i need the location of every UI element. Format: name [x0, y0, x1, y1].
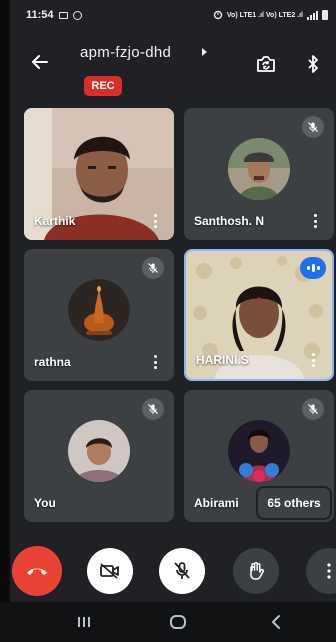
participant-options-button[interactable] [148, 353, 162, 371]
status-bar: 11:54 Vo) LTE1 .ıl Vo) LTE2 .ıl [10, 0, 336, 30]
mic-muted-indicator [142, 398, 164, 420]
signal-text: Vo) LTE1 .ıl Vo) LTE2 .ıl [226, 11, 303, 19]
mic-muted-indicator [142, 257, 164, 279]
home-button[interactable] [166, 612, 190, 632]
raise-hand-button[interactable] [233, 548, 279, 594]
participant-options-button[interactable] [306, 351, 320, 369]
gallery-notification-icon [58, 11, 68, 19]
participant-tile-harini[interactable]: HARINI.S [184, 249, 334, 381]
whatsapp-notification-icon [72, 10, 82, 20]
participant-name: Abirami [194, 496, 239, 510]
home-icon [170, 615, 186, 629]
bluetooth-icon [308, 55, 318, 73]
arrow-left-icon [32, 55, 48, 69]
mic-off-icon [174, 562, 190, 579]
signal-bars-icon [307, 10, 318, 20]
mic-off-icon [308, 122, 318, 132]
meeting-details-arrow-icon[interactable] [202, 48, 207, 56]
participant-avatar [228, 138, 290, 200]
participant-options-button[interactable] [308, 212, 322, 230]
alarm-icon [213, 10, 223, 20]
mic-muted-indicator [302, 116, 324, 138]
mic-muted-indicator [302, 398, 324, 420]
battery-icon [322, 10, 328, 20]
status-time: 11:54 [26, 9, 54, 21]
participant-tile-you[interactable]: You [24, 390, 174, 522]
participant-name: Santhosh. N [194, 214, 265, 228]
recording-badge: REC [84, 76, 122, 96]
participant-tile-santhosh[interactable]: Santhosh. N [184, 108, 334, 240]
meeting-code[interactable]: apm-fzjo-dhd [80, 44, 171, 61]
meet-call-screen: 11:54 Vo) LTE1 .ıl Vo) LTE2 .ıl apm-fzjo… [0, 0, 336, 642]
recent-apps-button[interactable] [72, 612, 96, 632]
mic-off-icon [308, 404, 318, 414]
participant-tile-rathna[interactable]: rathna [24, 249, 174, 381]
nav-back-button[interactable] [264, 612, 288, 632]
hand-icon [250, 562, 264, 580]
participant-name: You [34, 496, 56, 510]
more-options-button[interactable] [306, 548, 336, 594]
speaking-indicator [300, 257, 326, 279]
participant-avatar [68, 279, 130, 341]
audio-output-button[interactable] [301, 52, 325, 76]
chevron-left-icon [272, 615, 280, 629]
switch-camera-icon [257, 56, 275, 72]
call-controls [0, 540, 336, 602]
participant-avatar [68, 420, 130, 482]
participant-tile-karthik[interactable]: Karthik [24, 108, 174, 240]
participant-avatar [228, 420, 290, 482]
toggle-mic-button[interactable] [159, 548, 205, 594]
toggle-camera-button[interactable] [87, 548, 133, 594]
more-vertical-icon [327, 563, 331, 579]
participant-tile-abirami[interactable]: Abirami 65 others [184, 390, 334, 522]
recents-icon [78, 617, 90, 627]
others-count-chip[interactable]: 65 others [258, 488, 330, 518]
participant-name: HARINI.S [196, 353, 249, 367]
phone-hangup-icon [27, 568, 47, 575]
participant-options-button[interactable] [148, 212, 162, 230]
end-call-button[interactable] [12, 546, 62, 596]
system-nav-bar [0, 602, 336, 642]
camera-off-icon [100, 563, 119, 579]
mic-off-icon [148, 263, 158, 273]
participant-name: rathna [34, 355, 71, 369]
mic-off-icon [148, 404, 158, 414]
call-header: apm-fzjo-dhd REC [10, 30, 336, 102]
back-button[interactable] [28, 50, 52, 74]
participant-name: Karthik [34, 214, 76, 228]
switch-camera-button[interactable] [254, 52, 278, 76]
